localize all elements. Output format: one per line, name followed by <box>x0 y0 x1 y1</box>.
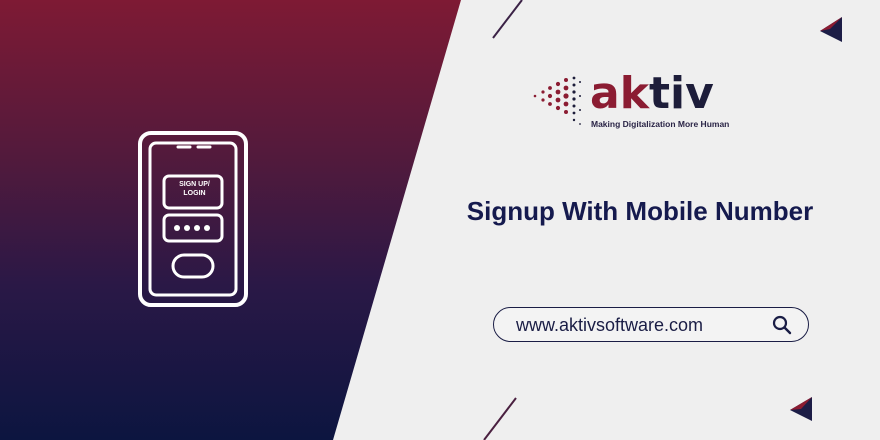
search-icon[interactable] <box>772 315 792 335</box>
logo-wordmark-ak: ak <box>590 68 649 119</box>
top-triangle-icon <box>820 17 842 42</box>
bottom-triangle-accent <box>790 397 812 410</box>
top-triangle-accent <box>820 17 842 31</box>
phone-screen-label: SIGN UP/ LOGIN <box>172 180 217 198</box>
page-title: Signup With Mobile Number <box>466 196 814 226</box>
top-slash-line <box>492 0 523 39</box>
website-url-bar[interactable]: www.aktivsoftware.com <box>493 307 809 342</box>
logo-wordmark-tiv: tiv <box>648 68 714 119</box>
logo-dots-icon <box>533 76 581 125</box>
logo-tagline: Making Digitalization More Human <box>591 119 730 129</box>
aktiv-logo: aktiv Making Digitalization More Human <box>530 72 740 134</box>
banner: SIGN UP/ LOGIN aktiv Making Digitalizati… <box>0 0 880 440</box>
phone-label-line1: SIGN UP/ <box>179 181 210 188</box>
bottom-triangle-icon <box>790 397 812 421</box>
mobile-phone-icon <box>130 128 256 312</box>
website-url-text[interactable]: www.aktivsoftware.com <box>516 315 703 335</box>
phone-label-line2: LOGIN <box>183 190 206 197</box>
bottom-slash-line <box>483 397 517 440</box>
logo-wordmark: aktiv <box>590 72 714 116</box>
